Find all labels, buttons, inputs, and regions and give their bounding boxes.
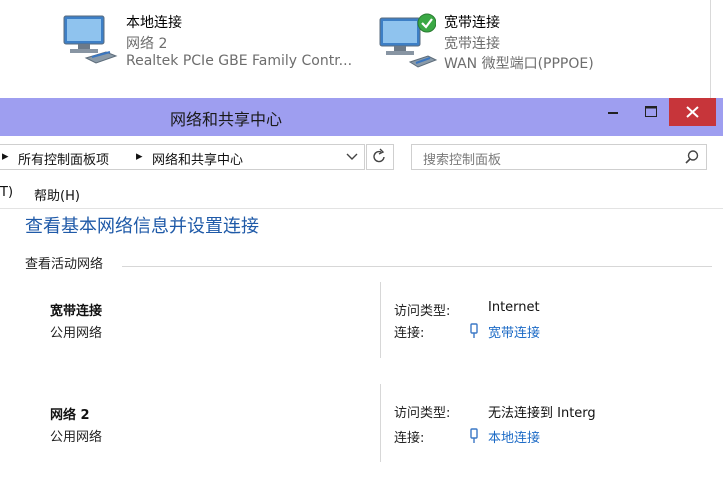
access-type-value: 无法连接到 Interg <box>488 406 596 421</box>
connection-link-local[interactable]: 本地连接 <box>488 427 540 446</box>
network-name: 宽带连接 <box>50 304 103 319</box>
close-icon <box>686 106 699 118</box>
network-connections-window: 本地连接 网络 2 Realtek PCIe GBE Family Contr.… <box>0 0 723 98</box>
network-name: 网络 2 <box>50 408 90 423</box>
breadcrumb[interactable]: ▸ 所有控制面板项 ▸ 网络和共享中心 <box>0 144 365 170</box>
connection-plug-icon <box>470 428 478 443</box>
breadcrumb-control-panel[interactable]: 所有控制面板项 <box>18 149 109 168</box>
connections-label: 连接: <box>394 326 425 341</box>
maximize-button[interactable] <box>636 98 666 126</box>
search-icon[interactable] <box>684 149 700 165</box>
network-adapter-icon <box>63 15 118 64</box>
connection-network: 宽带连接 <box>444 36 500 52</box>
section-divider <box>122 266 712 267</box>
network-sharing-center-window: 网络和共享中心 ▸ 所有控制面板项 ▸ 网络和共享中心 搜索控制面板 T) 帮助… <box>0 98 723 493</box>
refresh-button[interactable] <box>366 144 394 170</box>
window-edge <box>710 0 723 98</box>
connection-link-broadband[interactable]: 宽带连接 <box>488 322 540 341</box>
title-bar[interactable]: 网络和共享中心 <box>0 98 723 136</box>
connection-local[interactable]: 本地连接 网络 2 Realtek PCIe GBE Family Contr.… <box>60 8 360 80</box>
minimize-icon <box>608 112 618 114</box>
breadcrumb-separator-icon[interactable]: ▸ <box>2 149 9 164</box>
search-placeholder: 搜索控制面板 <box>423 153 502 168</box>
page-heading: 查看基本网络信息并设置连接 <box>25 216 259 237</box>
refresh-icon <box>373 148 385 163</box>
maximize-icon <box>645 106 657 117</box>
connection-network: 网络 2 <box>126 36 168 52</box>
wan-modem-icon <box>408 55 438 68</box>
access-type-value: Internet <box>488 300 540 315</box>
menu-bar: T) 帮助(H) <box>0 180 723 209</box>
chevron-down-icon[interactable] <box>346 152 358 162</box>
breadcrumb-separator-icon[interactable]: ▸ <box>136 149 143 164</box>
network-category[interactable]: 公用网络 <box>50 426 102 445</box>
minimize-button[interactable] <box>598 98 628 126</box>
close-button[interactable] <box>669 98 716 126</box>
network-divider <box>380 282 381 358</box>
connection-device: Realtek PCIe GBE Family Contr... <box>126 53 353 69</box>
connection-name: 本地连接 <box>126 15 182 31</box>
menu-tools[interactable]: T) <box>0 185 13 200</box>
breadcrumb-network-center[interactable]: 网络和共享中心 <box>152 149 243 168</box>
access-type-label: 访问类型: <box>394 304 451 319</box>
access-type-label: 访问类型: <box>394 406 451 421</box>
search-box[interactable]: 搜索控制面板 <box>411 144 707 170</box>
connection-device: WAN 微型端口(PPPOE) <box>444 56 594 72</box>
connection-plug-icon <box>470 323 478 338</box>
connection-name: 宽带连接 <box>444 15 500 31</box>
section-title-active-networks: 查看活动网络 <box>25 257 104 272</box>
network-divider <box>380 384 381 462</box>
network-category[interactable]: 公用网络 <box>50 322 102 341</box>
address-bar: ▸ 所有控制面板项 ▸ 网络和共享中心 搜索控制面板 <box>0 136 723 180</box>
window-title: 网络和共享中心 <box>170 110 283 129</box>
connection-broadband[interactable]: 宽带连接 宽带连接 WAN 微型端口(PPPOE) <box>378 8 678 80</box>
menu-help[interactable]: 帮助(H) <box>34 185 80 204</box>
connections-label: 连接: <box>394 431 425 446</box>
